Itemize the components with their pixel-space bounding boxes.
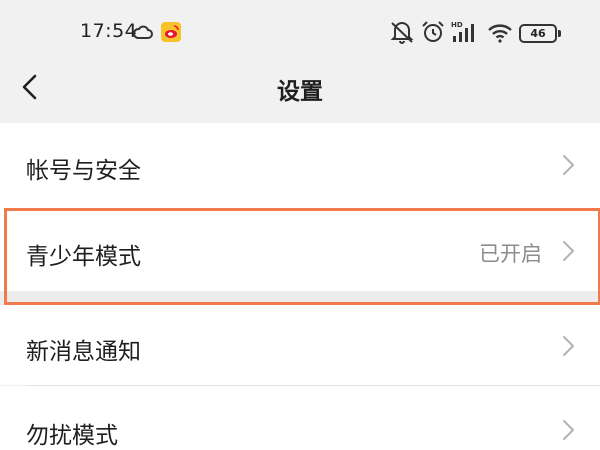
battery-level: 46 — [530, 27, 546, 40]
mute-icon — [390, 22, 414, 44]
teen-mode-status: 已开启 — [479, 242, 542, 266]
section-gap — [0, 291, 600, 305]
status-bar: 17:54 HD 46 — [0, 0, 600, 66]
chevron-right-icon — [563, 420, 574, 440]
battery-icon: 46 — [519, 24, 557, 43]
settings-item-new-message-notifications[interactable]: 新消息通知 — [0, 305, 600, 385]
settings-item-label: 新消息通知 — [26, 339, 141, 365]
settings-item-label: 青少年模式 — [26, 244, 141, 270]
settings-item-do-not-disturb[interactable]: 勿扰模式 — [0, 386, 600, 450]
weibo-icon — [161, 22, 181, 42]
settings-item-teen-mode[interactable]: 青少年模式 已开启 — [0, 207, 600, 291]
page-title: 设置 — [277, 79, 323, 105]
settings-item-account-security[interactable]: 帐号与安全 — [0, 123, 600, 207]
chevron-right-icon — [563, 336, 574, 356]
signal-icon: HD — [451, 21, 474, 42]
alarm-icon — [422, 21, 444, 42]
chevron-right-icon — [563, 155, 574, 175]
status-time: 17:54 — [80, 20, 138, 42]
nav-bar: 设置 — [0, 66, 600, 123]
cloud-icon — [133, 25, 153, 39]
wifi-icon — [488, 24, 512, 43]
svg-text:HD: HD — [451, 21, 463, 29]
chevron-right-icon — [563, 241, 574, 261]
settings-item-label: 帐号与安全 — [26, 158, 141, 184]
battery-tip — [558, 30, 561, 37]
settings-item-label: 勿扰模式 — [26, 423, 118, 449]
